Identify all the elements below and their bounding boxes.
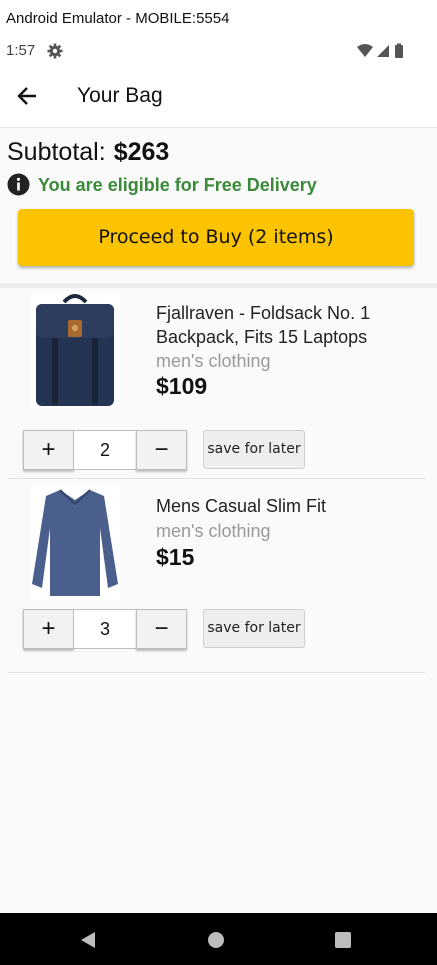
battery-icon: [395, 45, 403, 58]
proceed-to-buy-button[interactable]: Proceed to Buy (2 items): [18, 209, 414, 266]
subtotal-label: Subtotal:: [7, 138, 106, 166]
quantity-value: 3: [74, 609, 136, 649]
info-icon: [7, 173, 30, 196]
item-divider: [8, 672, 425, 673]
save-for-later-button[interactable]: save for later: [203, 609, 305, 648]
home-circle-icon[interactable]: [206, 930, 226, 950]
item-name: Mens Casual Slim Fit: [156, 496, 327, 516]
item-price: $15: [156, 544, 195, 570]
system-status-icons: [357, 43, 403, 58]
subtotal-value: $263: [113, 138, 170, 166]
save-for-later-button[interactable]: save for later: [203, 430, 305, 469]
quantity-stepper: + 2 −: [23, 430, 187, 470]
signal-icon: [377, 45, 389, 57]
page-title: Your Bag: [77, 84, 163, 107]
app-bar: Your Bag: [0, 66, 437, 128]
quantity-value: 2: [74, 430, 136, 470]
subtotal: Subtotal: $263: [7, 138, 169, 167]
item-price: $109: [156, 373, 208, 399]
arrow-left-icon[interactable]: [14, 82, 42, 110]
window-title: Android Emulator - MOBILE:5554: [0, 0, 437, 34]
system-navigation-bar: [0, 913, 437, 965]
increase-quantity-button[interactable]: +: [23, 430, 74, 470]
item-name: Fjallraven - Foldsack No. 1 Backpack, Fi…: [156, 303, 371, 347]
cart-item: Fjallraven - Foldsack No. 1 Backpack, Fi…: [0, 288, 437, 479]
wifi-icon: [357, 44, 373, 57]
tshirt-image: [30, 484, 120, 600]
recents-square-icon[interactable]: [333, 930, 353, 950]
back-triangle-icon[interactable]: [78, 930, 98, 950]
cart-item: Mens Casual Slim Fit men's clothing $15 …: [0, 479, 437, 674]
increase-quantity-button[interactable]: +: [23, 609, 74, 649]
backpack-image: [30, 292, 120, 408]
item-category: men's clothing: [156, 351, 271, 371]
free-delivery-message: You are eligible for Free Delivery: [38, 175, 317, 195]
quantity-stepper: + 3 −: [23, 609, 187, 649]
status-bar: 1:57: [0, 34, 437, 66]
order-summary: Subtotal: $263 You are eligible for Free …: [0, 128, 437, 283]
status-time: 1:57: [6, 42, 36, 59]
gear-icon: [47, 43, 63, 59]
item-category: men's clothing: [156, 521, 271, 541]
decrease-quantity-button[interactable]: −: [136, 430, 187, 470]
decrease-quantity-button[interactable]: −: [136, 609, 187, 649]
